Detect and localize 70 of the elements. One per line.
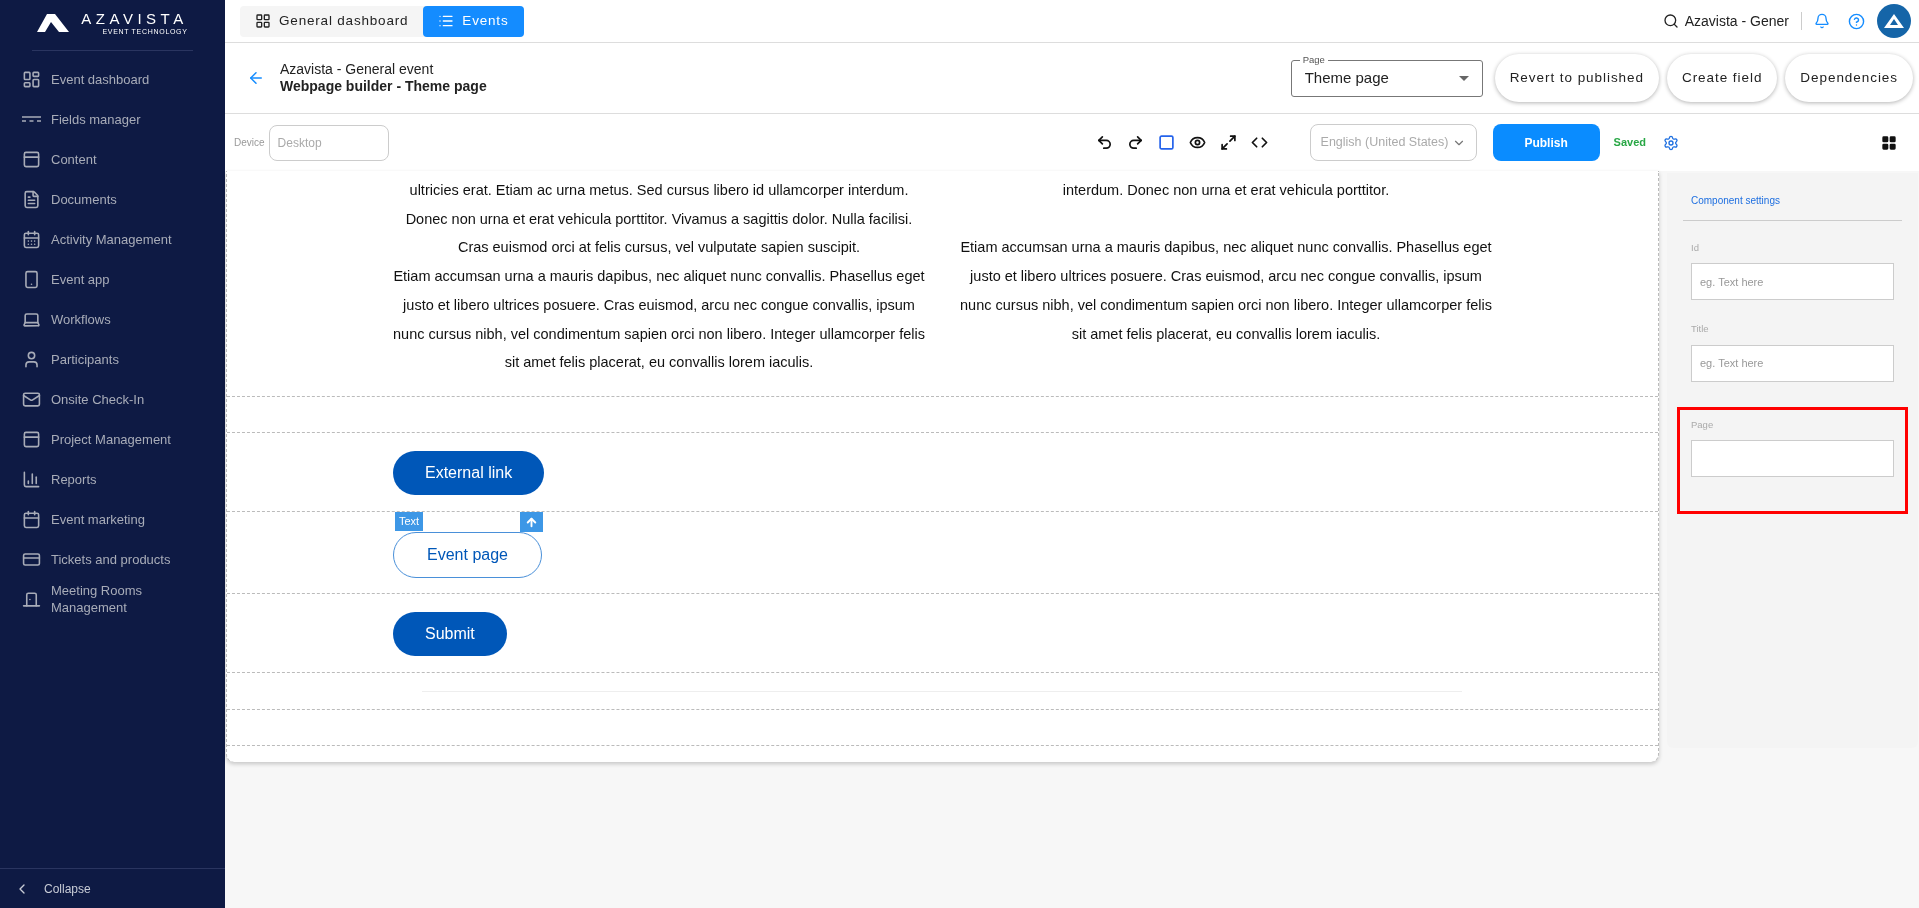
menu-icon xyxy=(22,589,41,609)
grid-icon[interactable] xyxy=(1881,134,1897,151)
menu-icon xyxy=(22,69,41,89)
sidebar-item[interactable]: Documents xyxy=(0,179,225,219)
tab-icon xyxy=(438,13,455,29)
device-field[interactable]: Desktop xyxy=(268,124,389,161)
help-icon[interactable] xyxy=(1848,12,1865,30)
page-button[interactable]: Event page xyxy=(393,532,542,578)
collapse-button[interactable]: Collapse xyxy=(14,879,91,898)
sidebar-item[interactable]: Tickets and products xyxy=(0,539,225,579)
menu-icon xyxy=(22,229,41,249)
redo-icon[interactable] xyxy=(1126,134,1144,151)
settings-field[interactable]: eg. Text here xyxy=(1691,263,1894,301)
tab-icon xyxy=(255,13,271,29)
arrow-up-icon xyxy=(525,515,538,529)
event-search-text[interactable]: Azavista - Gener xyxy=(1684,10,1789,32)
move-up-button[interactable] xyxy=(520,512,543,532)
sidebar-item[interactable]: Activity Management xyxy=(0,219,225,259)
sidebar-item[interactable]: Onsite Check-In xyxy=(0,379,225,419)
panel-tab[interactable]: Component settings xyxy=(1691,195,1780,206)
header-action-button[interactable]: Create field xyxy=(1666,54,1778,102)
menu-icon xyxy=(22,189,41,209)
undo-icon[interactable] xyxy=(1095,134,1113,151)
user-avatar[interactable] xyxy=(1877,4,1911,38)
settings-icon[interactable] xyxy=(1663,134,1679,151)
field-label: Title xyxy=(1691,322,1710,337)
device-label: Device xyxy=(234,136,265,150)
body-paragraph: interdum. Donec non urna et erat vehicula porttitor. xyxy=(1062,181,1390,200)
sidebar-item[interactable]: Event dashboard xyxy=(0,59,225,99)
page-button[interactable]: External link xyxy=(393,451,545,495)
eye-icon[interactable] xyxy=(1188,134,1206,151)
sidebar-item[interactable]: Participants xyxy=(0,339,225,379)
body-paragraph: Etiam accumsan urna a mauris dapibus, nec aliquet nunc convallis. Phasellus eget justo et libero ultrices posuere. Cras euismod, arcu nec congue convallis, ipsum nunc cursus nibh, vel condimentum sapien orci non libero. Integer ullamcorper felis sit amet felis placerat, eu convallis lorem iaculis. xyxy=(960,238,1492,344)
menu-icon xyxy=(22,349,41,369)
menu-icon xyxy=(22,429,41,449)
save-status: Saved xyxy=(1613,135,1646,151)
sidebar-item[interactable]: Project Management xyxy=(0,419,225,459)
expand-icon[interactable] xyxy=(1219,134,1237,151)
event-name: Azavista - General event xyxy=(280,61,435,78)
nav-tab[interactable]: General dashboard xyxy=(240,5,424,37)
notification-icon[interactable] xyxy=(1814,13,1830,29)
code-icon[interactable] xyxy=(1250,134,1268,151)
page-button[interactable]: Submit xyxy=(393,612,507,656)
header-action-button[interactable]: Revert to published xyxy=(1494,54,1659,102)
sidebar-item[interactable]: Fields manager xyxy=(0,99,225,139)
sidebar-item[interactable]: Event app xyxy=(0,259,225,299)
dashed-lines-icon xyxy=(22,116,41,122)
field-label: Page xyxy=(1691,417,1715,432)
sidebar-item[interactable]: Event marketing xyxy=(0,499,225,539)
page-title: Webpage builder - Theme page xyxy=(280,78,487,95)
menu-icon xyxy=(22,509,41,529)
square-icon[interactable] xyxy=(1157,134,1175,151)
settings-field[interactable]: eg. Text here xyxy=(1691,344,1894,382)
settings-field[interactable] xyxy=(1691,439,1894,477)
field-label: Id xyxy=(1691,241,1700,255)
sidebar-item[interactable]: Reports xyxy=(0,459,225,499)
menu-icon xyxy=(22,389,41,409)
menu-icon xyxy=(22,269,41,289)
dropdown-caret-icon xyxy=(1458,75,1469,81)
search-icon xyxy=(1662,13,1679,29)
menu-icon xyxy=(22,469,41,489)
sidebar-item[interactable]: Meeting Rooms Management xyxy=(0,579,225,619)
logo-wordmark: AZAVISTA xyxy=(81,11,188,26)
sidebar-item[interactable]: Content xyxy=(0,139,225,179)
body-paragraph: ultricies erat. Etiam ac urna metus. Sed cursus libero id ullamcorper interdum. Donec non urna et erat vehicula porttitor. Vivamus a sagittis dolor. Nulla facilisi. Cras euismod orci at felis cursus, vel vulputate sapien suscipit. Etiam accumsan urna a mauris dapibus, nec aliquet nunc convallis. Phasellus eget justo et libero ultrices posuere. Cras euismod, arcu nec congue convallis, ipsum nunc cursus nibh, vel condimentum sapien orci non libero. Integer ullamcorper felis sit amet felis placerat, eu convallis lorem iaculis. xyxy=(393,181,925,373)
header-action-button[interactable]: Dependencies xyxy=(1785,54,1913,102)
sidebar-item[interactable]: Workflows xyxy=(0,299,225,339)
menu-icon xyxy=(22,149,41,169)
component-tag: Text xyxy=(395,512,424,531)
logo-mark-icon xyxy=(37,14,70,32)
